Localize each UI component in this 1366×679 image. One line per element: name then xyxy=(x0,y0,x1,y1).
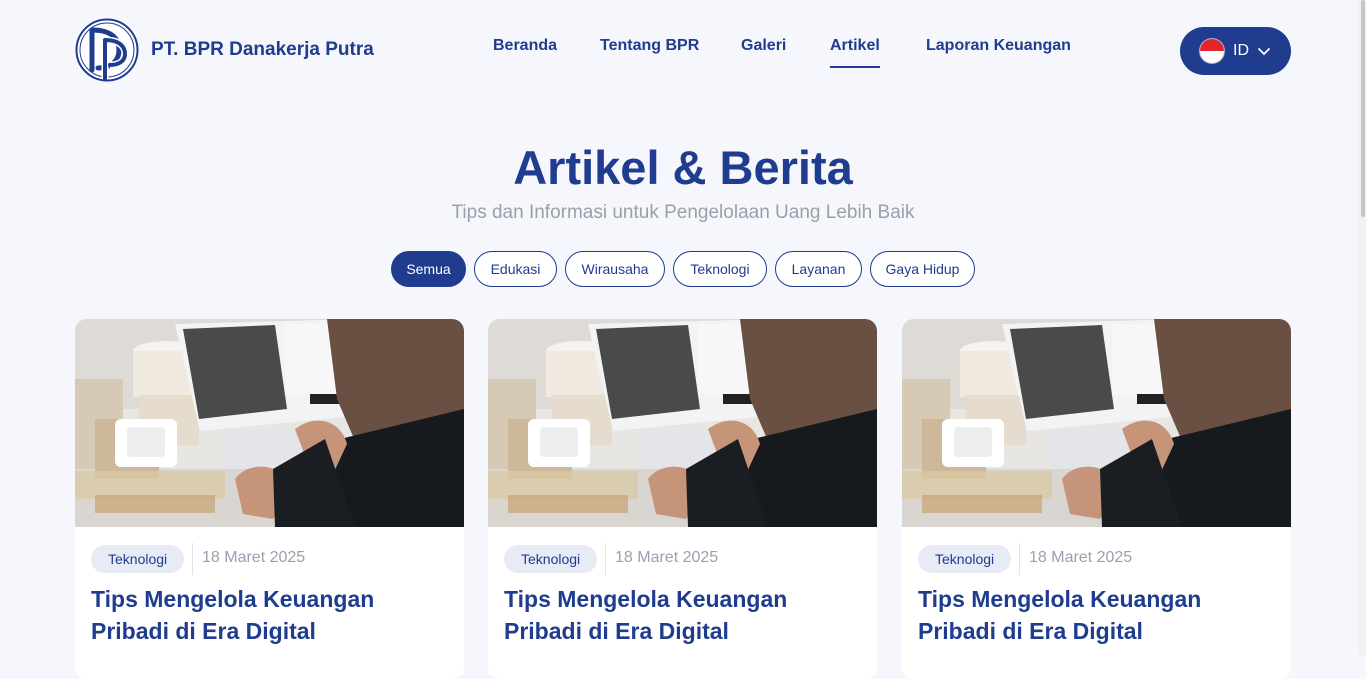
category-badge: Teknologi xyxy=(504,545,598,573)
filter-chip-wirausaha[interactable]: Wirausaha xyxy=(565,251,665,287)
article-card[interactable]: Teknologi 18 Maret 2025 Tips Mengelola K… xyxy=(75,319,464,679)
filter-chip-teknologi[interactable]: Teknologi xyxy=(673,251,767,287)
language-selector[interactable]: ID xyxy=(1180,27,1291,75)
article-title[interactable]: Tips Mengelola Keuangan Pribadi di Era D… xyxy=(918,583,1258,647)
filter-chip-edukasi[interactable]: Edukasi xyxy=(474,251,557,287)
filter-chip-layanan[interactable]: Layanan xyxy=(775,251,862,287)
dp-monogram-logo[interactable] xyxy=(75,18,139,82)
filter-chip-gaya-hidup[interactable]: Gaya Hidup xyxy=(870,251,975,287)
page-title: Artikel & Berita xyxy=(513,141,853,194)
article-date: 18 Maret 2025 xyxy=(202,549,306,566)
article-date: 18 Maret 2025 xyxy=(615,549,719,566)
language-label: ID xyxy=(1233,42,1249,59)
scrollbar-thumb[interactable] xyxy=(1361,0,1365,217)
article-card[interactable]: Teknologi 18 Maret 2025 Tips Mengelola K… xyxy=(488,319,877,679)
divider xyxy=(192,543,193,575)
category-badge: Teknologi xyxy=(91,545,185,573)
indonesia-flag-icon xyxy=(1200,39,1224,63)
article-image xyxy=(75,319,464,527)
nav-link-tentang-bpr[interactable]: Tentang BPR xyxy=(600,37,699,55)
nav-link-artikel[interactable]: Artikel xyxy=(830,37,880,68)
nav-link-laporan-keuangan[interactable]: Laporan Keuangan xyxy=(926,37,1071,55)
page-subtitle: Tips dan Informasi untuk Pengelolaan Uan… xyxy=(451,202,915,223)
article-date: 18 Maret 2025 xyxy=(1029,549,1133,566)
article-title[interactable]: Tips Mengelola Keuangan Pribadi di Era D… xyxy=(504,583,844,647)
nav-link-beranda[interactable]: Beranda xyxy=(493,37,557,55)
category-badge: Teknologi xyxy=(918,545,1012,573)
brand-name[interactable]: PT. BPR Danakerja Putra xyxy=(151,39,374,61)
article-image xyxy=(488,319,877,527)
divider xyxy=(1019,543,1020,575)
filter-chip-semua[interactable]: Semua xyxy=(391,251,466,287)
divider xyxy=(605,543,606,575)
chevron-down-icon xyxy=(1258,48,1270,55)
article-title[interactable]: Tips Mengelola Keuangan Pribadi di Era D… xyxy=(91,583,431,647)
nav-link-galeri[interactable]: Galeri xyxy=(741,37,786,55)
article-image xyxy=(902,319,1291,527)
article-card[interactable]: Teknologi 18 Maret 2025 Tips Mengelola K… xyxy=(902,319,1291,679)
site-header: PT. BPR Danakerja Putra Beranda Tentang … xyxy=(0,0,1366,100)
